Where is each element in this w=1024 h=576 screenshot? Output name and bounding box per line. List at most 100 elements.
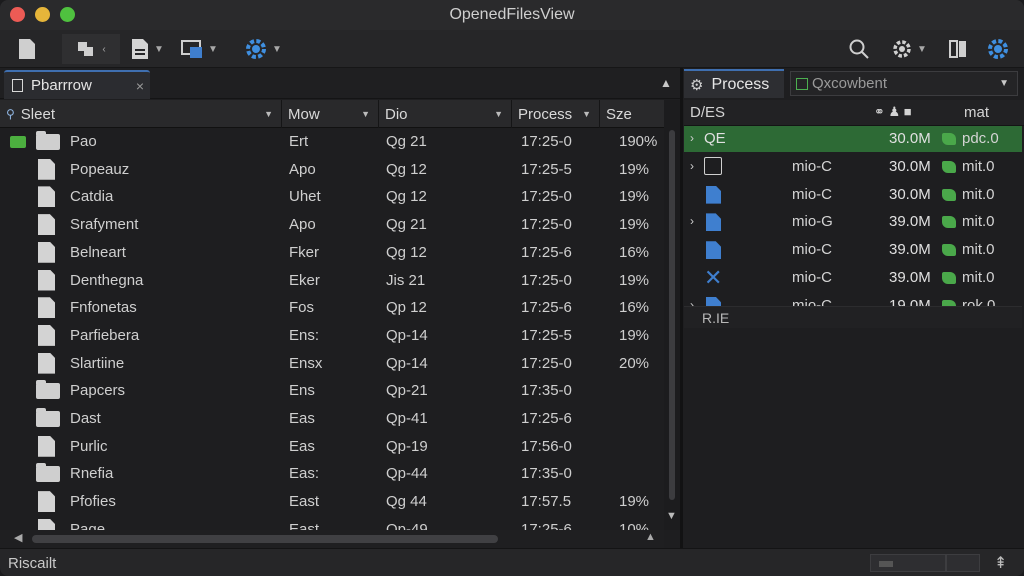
- table-row[interactable]: Slartiine Ensx Qp-14 17:25-0 20%: [0, 350, 664, 377]
- scroll-thumb[interactable]: [669, 130, 675, 500]
- table-row[interactable]: Srafyment Apo Qg 21 17:25-0 19%: [0, 211, 664, 238]
- table-row[interactable]: Rnefia Eas: Qp-44 17:35-0: [0, 460, 664, 487]
- chevron-up-icon[interactable]: ▲: [660, 76, 672, 90]
- save-icon: [132, 39, 149, 59]
- cell-dio: Qg 12: [386, 188, 427, 206]
- cell-name: Catdia: [70, 188, 114, 206]
- cell-dio: Qg 21: [386, 216, 427, 234]
- tab-files[interactable]: Pbarrrow ×: [4, 70, 150, 99]
- column-header-dio[interactable]: Dio ▼: [379, 100, 512, 128]
- status-progress: [870, 554, 946, 572]
- cell-proc: 17:25-5: [521, 160, 572, 178]
- sort-arrow-icon: ▼: [361, 109, 370, 119]
- process-row[interactable]: mio-C 30.0M mit.0: [684, 182, 1022, 208]
- close-tab-icon[interactable]: ×: [130, 78, 150, 94]
- table-row[interactable]: Catdia Uhet Qg 12 17:25-0 19%: [0, 183, 664, 210]
- cell-proc: 17:35-0: [521, 382, 572, 400]
- column-header-mat[interactable]: mat: [964, 104, 989, 121]
- column-header-process[interactable]: Process ▼: [512, 100, 600, 128]
- process-row[interactable]: › mio-G 39.0M mit.0: [684, 209, 1022, 235]
- table-row[interactable]: Pao Ert Qg 21 17:25-0 190%: [0, 128, 664, 155]
- settings-button[interactable]: ▼: [240, 34, 286, 64]
- chevron-down-icon: ▼: [272, 43, 282, 55]
- file-list: Pao Ert Qg 21 17:25-0 190% Popeauz Apo Qg 12 17:…: [0, 128, 664, 540]
- cell-dio: Qp-21: [386, 382, 428, 400]
- cell-dio: Qg 21: [386, 133, 427, 150]
- folder-icon: [36, 380, 60, 400]
- process-row[interactable]: › QE 30.0M pdc.0: [684, 126, 1022, 152]
- tab-process[interactable]: ⚙ Process: [684, 69, 784, 98]
- checkbox-icon[interactable]: [704, 156, 722, 175]
- options-button[interactable]: ▼: [886, 34, 932, 64]
- window-button[interactable]: ▼: [176, 34, 222, 64]
- column-header-des[interactable]: D/ES: [690, 104, 725, 121]
- sort-arrow-icon: ▼: [264, 109, 273, 119]
- process-row[interactable]: ✕ mio-C 39.0M mit.0: [684, 265, 1022, 291]
- cell-proc: 17:35-0: [521, 465, 572, 483]
- scroll-left-icon[interactable]: ◀: [14, 531, 22, 544]
- process-cell-type: mio-C: [792, 241, 832, 259]
- process-cell-mem: 39.0M: [889, 213, 931, 231]
- process-row[interactable]: mio-C 39.0M mit.0: [684, 237, 1022, 263]
- cell-dio: Qp-14: [386, 354, 428, 372]
- chevron-down-icon: ▼: [999, 78, 1009, 89]
- process-cell-ext: mit.0: [962, 157, 995, 175]
- process-cell-ext: mit.0: [962, 185, 995, 203]
- table-row[interactable]: Denthegna Eker Jis 21 17:25-0 19%: [0, 267, 664, 294]
- cell-size: 19%: [619, 326, 650, 344]
- expand-chevron-icon[interactable]: ›: [690, 131, 694, 145]
- cell-dio: Qp-41: [386, 410, 428, 427]
- expand-chevron-icon[interactable]: ›: [690, 159, 694, 173]
- table-row[interactable]: Belneart Fker Qg 12 17:25-6 16%: [0, 239, 664, 266]
- table-row[interactable]: Pfofies East Qg 44 17:57.5 19%: [0, 488, 664, 515]
- file-icon: [38, 269, 55, 291]
- cell-proc: 17:57.5: [521, 493, 572, 511]
- cell-mow: Fos: [289, 299, 315, 317]
- table-row[interactable]: Popeauz Apo Qg 12 17:25-5 19%: [0, 156, 664, 183]
- save-button[interactable]: ▼: [124, 34, 170, 64]
- new-file-button[interactable]: [14, 34, 40, 64]
- process-row[interactable]: › mio-C 30.0M mit.0: [684, 154, 1022, 180]
- column-header-name[interactable]: ⚲ Sleet ▼: [0, 100, 282, 128]
- cell-name: Pao: [70, 133, 97, 150]
- pane-splitter[interactable]: [680, 68, 683, 548]
- table-row[interactable]: Purlic Eas Qp-19 17:56-0: [0, 433, 664, 460]
- cell-dio: Qp-19: [386, 437, 428, 455]
- scroll-thumb[interactable]: [32, 535, 498, 543]
- properties-button[interactable]: [984, 34, 1012, 64]
- status-text: Riscailt: [8, 555, 57, 572]
- cell-size: 19%: [619, 271, 650, 289]
- copy-button[interactable]: ‹: [62, 34, 120, 64]
- column-header-mow[interactable]: Mow ▼: [282, 100, 379, 128]
- cell-name: Srafyment: [70, 216, 139, 234]
- cell-name: Dast: [70, 410, 101, 427]
- table-row[interactable]: Fnfonetas Fos Qp 12 17:25-6 16%: [0, 294, 664, 321]
- process-cell-mem: 39.0M: [889, 269, 931, 286]
- table-row[interactable]: Papcers Ens Qp-21 17:35-0: [0, 377, 664, 404]
- scroll-up-icon[interactable]: ▲: [645, 531, 656, 543]
- process-filter-select[interactable]: Qxcowbent ▼: [790, 71, 1018, 96]
- search-button[interactable]: [846, 34, 872, 64]
- green-folder-icon: [10, 136, 26, 148]
- cell-proc: 17:25-0: [521, 216, 572, 234]
- vertical-scrollbar[interactable]: ▼: [664, 100, 680, 530]
- copy-icon: [78, 42, 94, 56]
- cell-dio: Qp 12: [386, 299, 427, 317]
- process-cell-type: mio-C: [792, 157, 832, 175]
- resize-grip-icon[interactable]: ⇞: [994, 553, 1007, 573]
- expand-chevron-icon[interactable]: ›: [690, 214, 694, 228]
- table-row[interactable]: Dast Eas Qp-41 17:25-6: [0, 405, 664, 432]
- folder-icon: [36, 131, 60, 150]
- column-header-size[interactable]: Sze: [600, 100, 664, 128]
- cell-name: Popeauz: [70, 160, 130, 178]
- table-row[interactable]: Parfiebera Ens: Qp-14 17:25-5 19%: [0, 322, 664, 349]
- cell-proc: 17:25-0: [521, 133, 572, 150]
- process-cell-mem: 30.0M: [889, 130, 931, 147]
- process-cell-ext: mit.0: [962, 241, 995, 259]
- cell-mow: Eker: [289, 271, 320, 289]
- process-cell-type: mio-G: [792, 213, 833, 231]
- horizontal-scrollbar[interactable]: ◀ ▲: [0, 530, 664, 548]
- toolbar: ‹ ▼ ▼ ▼ ▼: [0, 30, 1024, 68]
- scroll-down-icon[interactable]: ▼: [666, 510, 677, 522]
- columns-button[interactable]: [944, 34, 972, 64]
